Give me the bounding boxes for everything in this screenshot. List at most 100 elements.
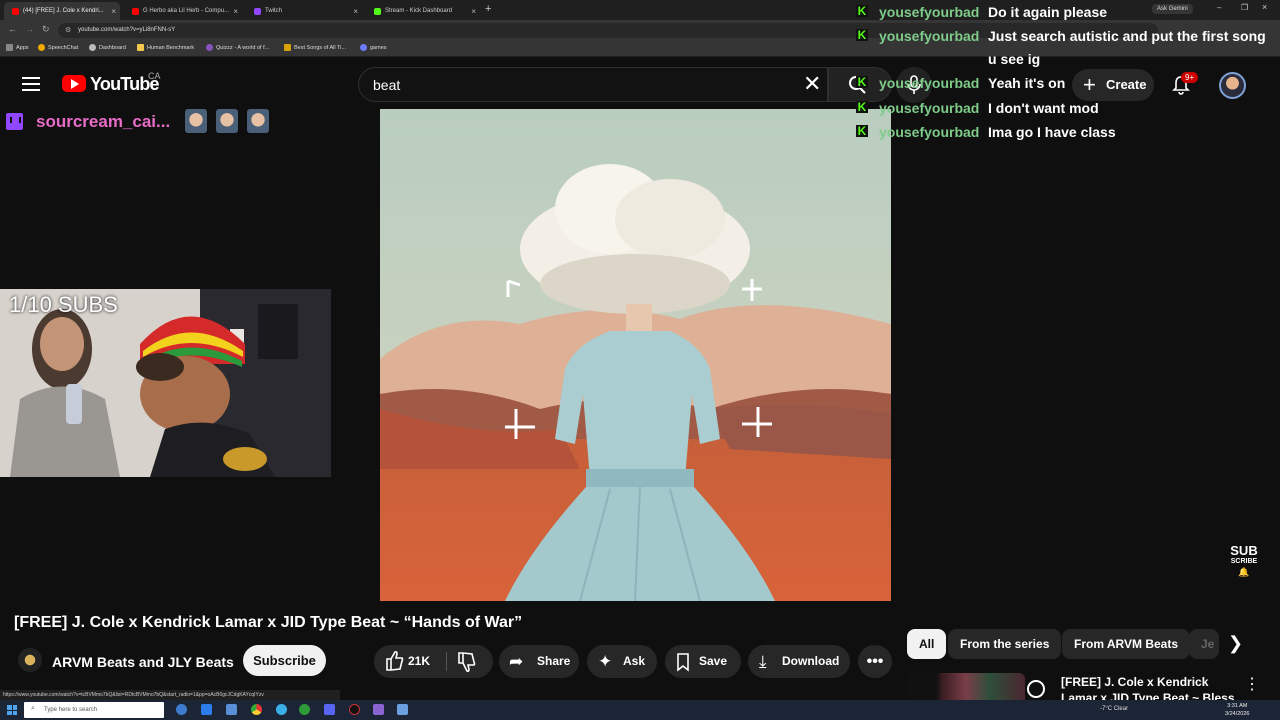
human-benchmark-icon [137, 44, 144, 51]
ask-gemini-button[interactable]: Ask Gemini [1152, 4, 1193, 14]
minimize-icon[interactable]: – [1217, 3, 1221, 12]
bookmark-quizzz[interactable]: Quizzz - A world of f... [206, 44, 269, 51]
chat-text: I don't want mod [988, 100, 1099, 116]
ask-button[interactable]: ✦ Ask [587, 645, 657, 678]
forward-icon[interactable]: → [25, 24, 34, 34]
xbox-icon[interactable] [299, 704, 310, 715]
youtube-favicon-icon [12, 7, 19, 15]
youtube-favicon-icon [132, 7, 139, 15]
related-video-thumbnail[interactable] [907, 673, 1025, 701]
more-vertical-icon[interactable]: ⋮ [1244, 674, 1260, 694]
bell-icon: 🔔 [1238, 567, 1250, 577]
close-tab-icon[interactable]: × [233, 7, 238, 16]
search-value: beat [373, 77, 401, 93]
subscribe-overlay-line1: SUB [1230, 543, 1258, 558]
back-icon[interactable]: ← [8, 24, 17, 34]
bookmark-speechchat[interactable]: SpeechChat [38, 44, 78, 51]
chat-text: Do it again please [988, 4, 1108, 20]
bookmark-dashboard[interactable]: Dashboard [89, 44, 126, 51]
edge-icon[interactable] [201, 704, 212, 715]
dislike-button[interactable] [456, 645, 476, 689]
youtube-logo-icon[interactable] [62, 75, 86, 92]
video-thumbnail-art [380, 109, 891, 601]
restore-icon[interactable]: ❐ [1241, 3, 1248, 12]
new-tab-button[interactable]: + [485, 3, 491, 15]
windows-start-icon[interactable] [7, 705, 17, 715]
watch-later-clock-icon[interactable] [1027, 680, 1045, 698]
twitch-favicon-icon [254, 7, 261, 15]
status-bar-url: https://www.youtube.com/watch?v=tcBVMmo7… [0, 690, 340, 700]
thumbs-down-icon [458, 652, 476, 673]
emote-icon [247, 109, 269, 133]
divider [446, 652, 447, 671]
chip-from-arvm-beats[interactable]: From ARVM Beats [1062, 629, 1191, 659]
subscribe-button[interactable]: Subscribe [243, 645, 326, 676]
chat-username: yousefyourbad [879, 4, 980, 20]
related-video-title[interactable]: [FREE] J. Cole x Kendrick Lamar x JID Ty… [1061, 674, 1241, 702]
sparkle-icon: ✦ [598, 652, 613, 671]
reload-icon[interactable]: ↻ [42, 24, 50, 35]
account-avatar[interactable] [1219, 72, 1246, 99]
hamburger-menu-icon[interactable] [22, 77, 40, 91]
browser-tab-gherbo[interactable]: G Herbo aka Lil Herb - Compu... × [124, 2, 242, 20]
taskbar-search-input[interactable]: ⌕ Type here to search [24, 702, 164, 718]
chat-text: Ima go I have class [988, 124, 1116, 140]
channel-name[interactable]: ARVM Beats and JLY Beats [52, 654, 234, 670]
notification-count-badge: 9+ [1181, 72, 1199, 83]
close-tab-icon[interactable]: × [471, 7, 476, 16]
search-input[interactable]: beat ✕ [358, 67, 828, 102]
games-icon [360, 44, 367, 51]
share-button[interactable]: ➦ Share [499, 645, 579, 678]
streamer-name: sourcream_cai... [36, 112, 171, 131]
chrome-icon[interactable] [251, 704, 262, 715]
kick-badge-icon: K [856, 75, 868, 89]
like-button[interactable] [384, 645, 404, 689]
bookmark-games[interactable]: games [360, 44, 387, 51]
apps-grid-icon [6, 44, 13, 51]
subscribe-overlay-line2: SCRIBE [1230, 558, 1258, 565]
chevron-right-icon[interactable]: ❯ [1228, 633, 1243, 654]
like-dislike-group: 21K [374, 645, 493, 678]
save-button[interactable]: Save [665, 645, 741, 678]
browser-tab-twitch[interactable]: Twitch × [246, 2, 362, 20]
edge-browser-icon[interactable] [276, 704, 287, 715]
bookmark-best-songs[interactable]: Best Songs of All Ti... [284, 44, 346, 51]
close-tab-icon[interactable]: × [353, 7, 358, 16]
taskbar-search-placeholder: Type here to search [44, 707, 98, 713]
bookmark-human-benchmark[interactable]: Human Benchmark [137, 44, 194, 51]
obs-icon[interactable] [349, 704, 360, 715]
search-icon: ⌕ [31, 705, 35, 712]
channel-avatar[interactable] [18, 648, 42, 672]
download-label: Download [782, 654, 840, 668]
store-icon[interactable] [226, 704, 237, 715]
site-info-icon[interactable]: ⚙ [65, 26, 71, 34]
kick-badge-icon: K [856, 28, 868, 42]
url-text: youtube.com/watch?v=yLi8nFNN-sY [78, 27, 176, 33]
system-clock[interactable]: 3:31 AM 3/24/2026 [1225, 702, 1249, 718]
browser-tab-kick[interactable]: Stream - Kick Dashboard × [366, 2, 480, 20]
weather-widget[interactable]: -7°C Clear [1100, 706, 1128, 712]
dashboard-icon [89, 44, 96, 51]
download-button[interactable]: ⤓ Download [748, 645, 850, 678]
chat-username: yousefyourbad [879, 124, 980, 140]
more-actions-button[interactable]: ••• [858, 645, 892, 678]
create-button[interactable]: + Create [1072, 69, 1154, 101]
discord-icon[interactable] [324, 704, 335, 715]
chat-text: Just search autistic and put the first s… [988, 28, 1266, 44]
app-icon[interactable] [397, 704, 408, 715]
clear-search-icon[interactable]: ✕ [803, 72, 821, 96]
best-songs-icon [284, 44, 291, 51]
tab-label: (44) [FREE] J. Cole x Kendri... [23, 8, 104, 14]
bookmark-apps[interactable]: Apps [6, 44, 29, 51]
chip-from-the-series[interactable]: From the series [948, 629, 1062, 659]
video-player[interactable] [380, 109, 891, 601]
close-window-icon[interactable]: × [1262, 2, 1267, 12]
browser-tab-youtube[interactable]: (44) [FREE] J. Cole x Kendri... × [4, 2, 120, 20]
task-view-icon[interactable] [176, 704, 187, 715]
app-icon[interactable] [373, 704, 384, 715]
chip-all[interactable]: All [907, 629, 947, 659]
close-tab-icon[interactable]: × [111, 7, 116, 16]
kick-badge-icon: K [856, 124, 868, 138]
chip-je[interactable]: Je [1189, 629, 1219, 659]
clock-time: 3:31 AM [1227, 703, 1248, 709]
